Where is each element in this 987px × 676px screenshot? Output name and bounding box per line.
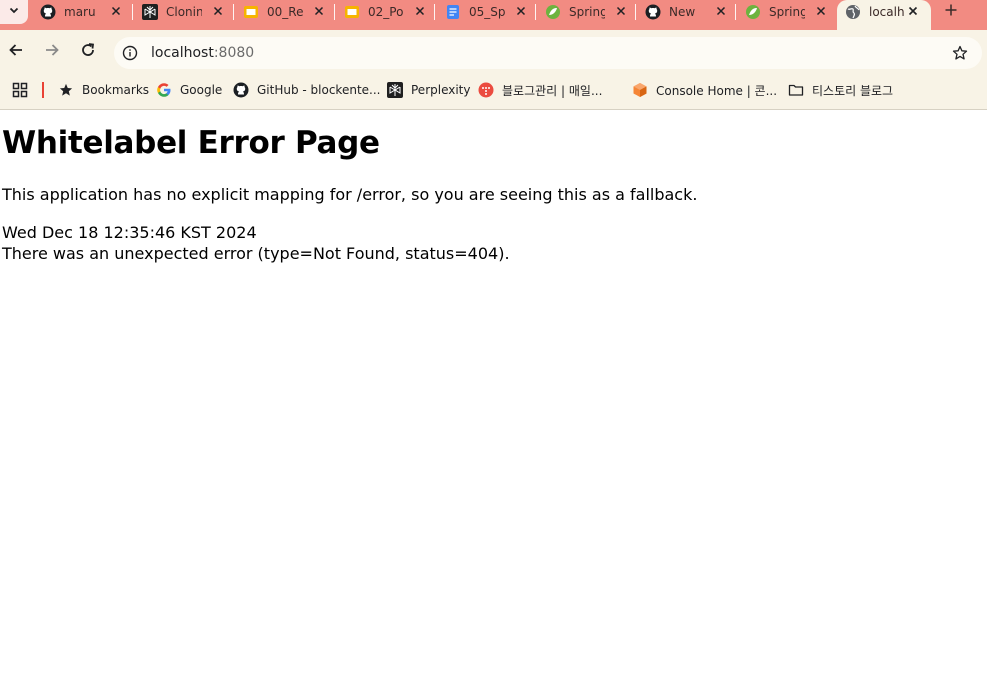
tab-title: 00_Re [267, 5, 303, 19]
tab-title: 02_Po [368, 5, 404, 19]
tab-title: Spring [769, 5, 805, 19]
tistory-icon [478, 82, 494, 98]
tab-title: 05_Sp [469, 5, 505, 19]
slides-icon [243, 4, 259, 20]
error-details: Wed Dec 18 12:35:46 KST 2024 There was a… [2, 222, 510, 264]
tab-title: New [669, 5, 696, 19]
close-icon[interactable] [713, 3, 729, 19]
page-content: Whitelabel Error Page This application h… [0, 111, 987, 676]
address-bar[interactable]: localhost:8080 [114, 37, 982, 69]
tab-cloning[interactable]: Clonin [142, 0, 232, 24]
tab-title: maru [64, 5, 96, 19]
bookmark-label: 티스토리 블로그 [812, 83, 894, 98]
tab-separator [334, 4, 335, 20]
tab-localhost[interactable]: localh [837, 0, 931, 30]
bookmark-perplexity[interactable]: Perplexity [387, 75, 471, 105]
bookmark-console-home[interactable]: Console Home | 콘... [632, 75, 777, 105]
bookmark-label: Console Home | 콘... [656, 83, 778, 98]
tab-separator [434, 4, 435, 20]
bookmark-label: GitHub - blockente... [257, 83, 381, 97]
arrow-right-icon [44, 42, 60, 63]
tab-separator [735, 4, 736, 20]
plus-icon [945, 3, 957, 21]
tab-maru[interactable]: maru [40, 0, 130, 24]
error-description: This application has no explicit mapping… [2, 185, 698, 204]
spring-icon [745, 4, 761, 20]
reload-icon [80, 42, 96, 63]
github-icon [645, 4, 661, 20]
apps-grid-icon [12, 82, 28, 98]
github-icon [233, 82, 249, 98]
docs-icon [445, 4, 461, 20]
tab-spring[interactable]: Spring [545, 0, 635, 24]
bookmark-label: Google [180, 83, 223, 97]
perplexity-icon [142, 4, 158, 20]
spring-icon [545, 4, 561, 20]
github-icon [40, 4, 56, 20]
tab-02-po[interactable]: 02_Po [344, 0, 434, 24]
apps-button[interactable] [12, 75, 36, 105]
close-icon[interactable] [108, 3, 124, 19]
tab-separator [233, 4, 234, 20]
chevron-down-icon [8, 3, 20, 21]
bookmark-label: 블로그관리 | 매일... [502, 83, 603, 98]
perplexity-icon [387, 82, 403, 98]
tab-separator [635, 4, 636, 20]
arrow-left-icon [8, 42, 24, 63]
close-icon[interactable] [513, 3, 529, 19]
bookmark-google[interactable]: Google [156, 75, 222, 105]
bookmark-bookmarks[interactable]: Bookmarks [58, 75, 149, 105]
reload-button[interactable] [74, 38, 102, 66]
tab-strip: maru Clonin 00_Re 02_Po 05_Sp Spring New… [0, 0, 987, 30]
forward-button[interactable] [38, 38, 66, 66]
bookmark-label: Perplexity [411, 83, 471, 97]
close-icon[interactable] [905, 3, 921, 19]
bookmark-label: Bookmarks [82, 83, 150, 97]
back-button[interactable] [2, 38, 30, 66]
tab-00-re[interactable]: 00_Re [243, 0, 333, 24]
bookmark-star-icon[interactable] [952, 45, 968, 61]
tab-search-button[interactable] [0, 0, 28, 24]
url-port: :8080 [213, 45, 255, 61]
close-icon[interactable] [210, 3, 226, 19]
tab-title: localh [869, 5, 905, 19]
tab-separator [132, 4, 133, 20]
tab-title: Clonin [166, 5, 202, 19]
star-icon [58, 82, 74, 98]
error-status: There was an unexpected error (type=Not … [2, 244, 510, 263]
tab-05-sp[interactable]: 05_Sp [445, 0, 535, 24]
bookmark-folder-tistory[interactable]: 티스토리 블로그 [788, 75, 893, 105]
bookmarks-bar: Bookmarks Google GitHub - blockente... P… [0, 75, 987, 110]
bookmark-blog-admin[interactable]: 블로그관리 | 매일... [478, 75, 602, 105]
new-tab-button[interactable] [940, 0, 962, 24]
close-icon[interactable] [311, 3, 327, 19]
tab-spring-2[interactable]: Spring [745, 0, 835, 24]
globe-icon [845, 4, 861, 20]
tab-new[interactable]: New [645, 0, 735, 24]
url-text[interactable]: localhost:8080 [151, 37, 254, 69]
tab-separator [535, 4, 536, 20]
folder-icon [788, 82, 804, 98]
close-icon[interactable] [412, 3, 428, 19]
close-icon[interactable] [613, 3, 629, 19]
bookmark-github[interactable]: GitHub - blockente... [233, 75, 380, 105]
bookmarks-divider [42, 82, 44, 98]
info-icon[interactable] [122, 45, 138, 61]
google-icon [156, 82, 172, 98]
slides-icon [344, 4, 360, 20]
close-icon[interactable] [813, 3, 829, 19]
browser-toolbar: localhost:8080 [0, 30, 987, 75]
page-title: Whitelabel Error Page [2, 125, 380, 161]
tab-title: Spring [569, 5, 605, 19]
error-timestamp: Wed Dec 18 12:35:46 KST 2024 [2, 223, 257, 242]
aws-icon [632, 82, 648, 98]
url-host: localhost [151, 45, 214, 61]
